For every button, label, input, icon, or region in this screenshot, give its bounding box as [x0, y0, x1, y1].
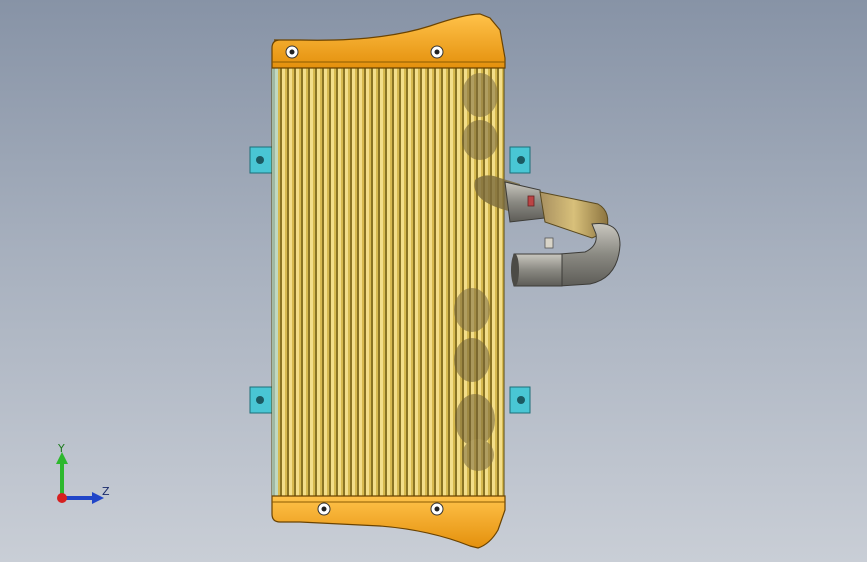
triad-z-label: Z	[102, 485, 110, 498]
top-end-tank[interactable]	[271, 13, 506, 69]
intercooler-model[interactable]	[0, 0, 867, 562]
mount-bracket-left-top[interactable]	[249, 146, 273, 174]
mount-bracket-left-bottom[interactable]	[249, 386, 273, 414]
graphics-viewport[interactable]: Y Z	[0, 0, 867, 562]
bottom-end-tank[interactable]	[271, 495, 506, 549]
mount-bracket-right-bottom[interactable]	[509, 386, 531, 414]
triad-y-label: Y	[58, 442, 65, 455]
mount-bracket-right-top[interactable]	[509, 146, 531, 174]
